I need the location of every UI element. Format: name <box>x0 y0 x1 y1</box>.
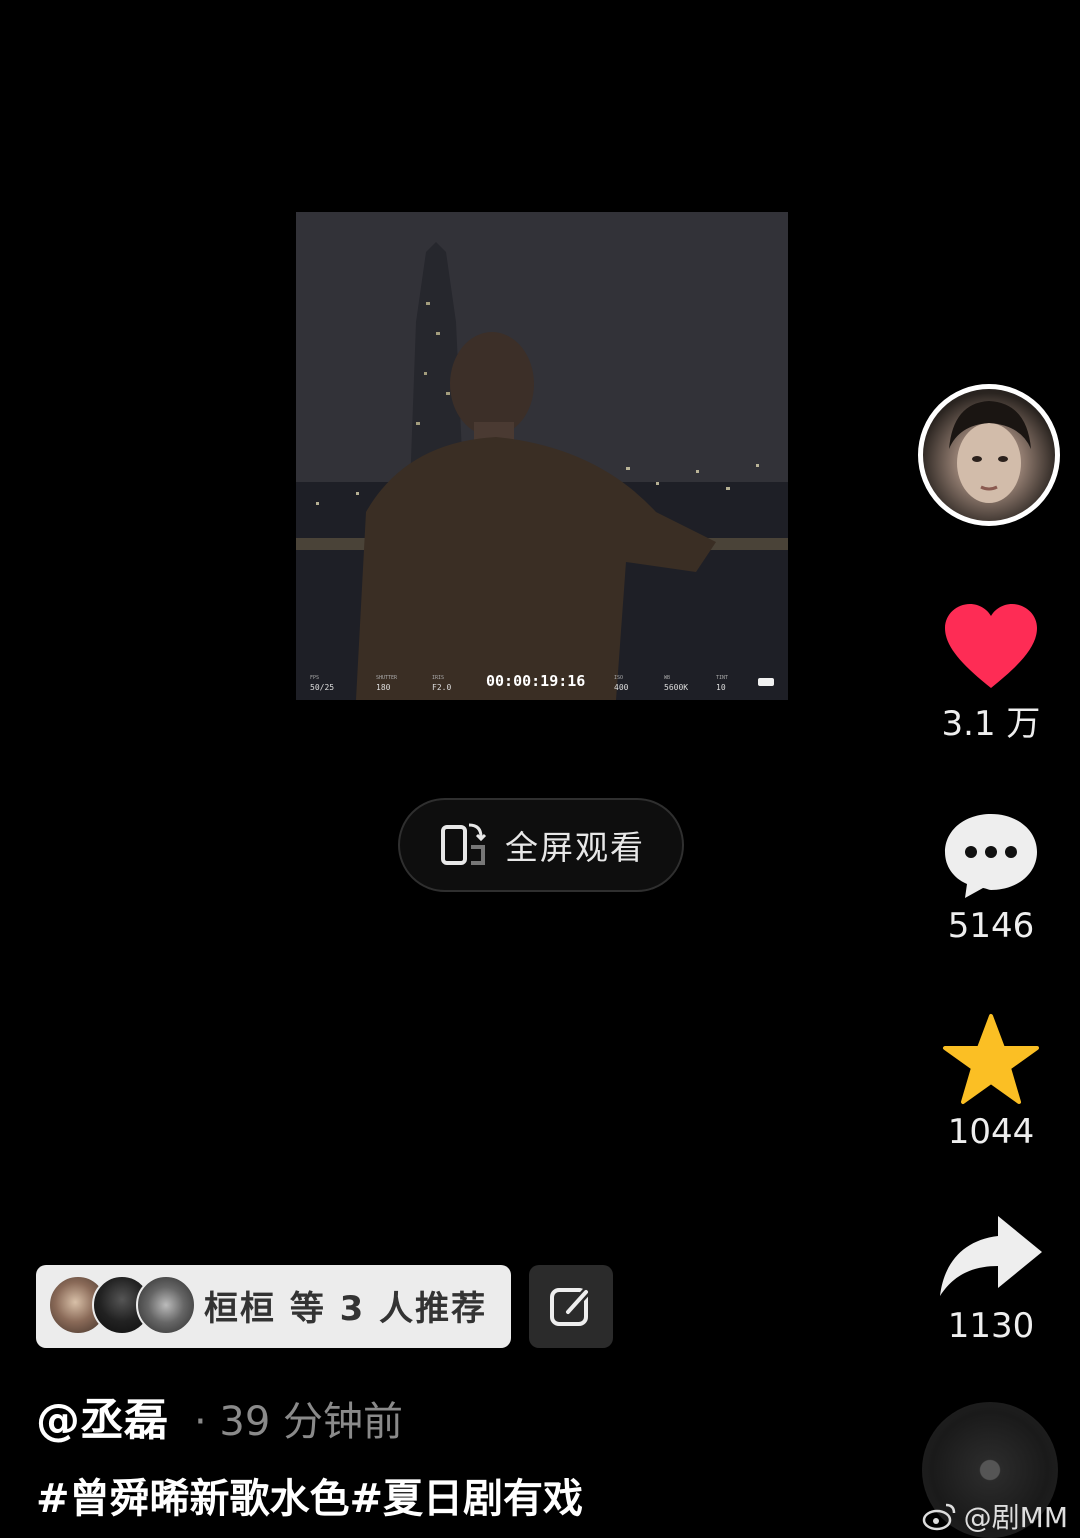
fps-label: FPS <box>310 675 320 681</box>
tint-label: TINT <box>716 675 729 681</box>
edit-button[interactable] <box>529 1265 613 1348</box>
timecode: 00:00:19:16 <box>486 672 586 690</box>
hashtags[interactable]: #曾舜晞新歌水色#夏日剧有戏 <box>36 1466 583 1524</box>
like-count: 3.1 万 <box>941 704 1041 744</box>
iris-label: IRIS <box>432 675 445 681</box>
edit-icon <box>550 1286 592 1326</box>
fps-value: 50/25 <box>310 683 335 692</box>
author-line: @丞磊 · 39 分钟前 <box>36 1384 403 1448</box>
avatar-face <box>949 401 1031 503</box>
fullscreen-button[interactable]: 全屏观看 <box>398 798 684 892</box>
recommend-bar[interactable]: 桓桓 等 3 人推荐 <box>36 1265 511 1348</box>
recommender-avatar <box>136 1275 196 1335</box>
recommend-text: 桓桓 等 3 人推荐 <box>204 1289 488 1329</box>
favorite-action[interactable]: 1044 <box>916 1012 1066 1152</box>
camera-hud: FPS 50/25 SHUTTER 180 IRIS F2.0 00:00:19:16… <box>296 666 788 692</box>
watermark: @剧MM <box>922 1496 1068 1536</box>
share-action[interactable]: 1130 <box>916 1212 1066 1346</box>
shutter-value: 180 <box>376 683 391 692</box>
like-action[interactable]: 3.1 万 <box>916 600 1066 745</box>
weibo-icon <box>922 1503 955 1531</box>
star-icon <box>943 1014 1039 1104</box>
comment-count: 5146 <box>947 906 1035 946</box>
wb-value: 5600K <box>664 683 689 692</box>
rotate-phone-icon <box>441 823 487 865</box>
iso-label: ISO <box>614 675 624 681</box>
iris-value: F2.0 <box>432 683 452 692</box>
wb-label: WB <box>664 675 671 681</box>
iso-value: 400 <box>614 683 629 692</box>
heart-icon <box>945 604 1037 688</box>
video-scene <box>296 212 788 700</box>
battery-icon <box>758 678 774 686</box>
shutter-label: SHUTTER <box>376 675 398 681</box>
post-time: · 39 分钟前 <box>194 1399 404 1445</box>
fullscreen-label: 全屏观看 <box>505 828 645 867</box>
tint-value: 10 <box>716 683 726 692</box>
creator-avatar[interactable] <box>918 384 1060 526</box>
comment-action[interactable]: 5146 <box>916 810 1066 946</box>
comment-bubble-icon <box>945 814 1037 898</box>
video-frame[interactable]: FPS 50/25 SHUTTER 180 IRIS F2.0 00:00:19:16… <box>296 212 788 700</box>
share-count: 1130 <box>947 1306 1035 1346</box>
author-name[interactable]: @丞磊 <box>36 1395 168 1446</box>
favorite-count: 1044 <box>947 1112 1035 1152</box>
watermark-text: @剧MM <box>963 1501 1068 1534</box>
recommender-avatars <box>48 1275 198 1337</box>
share-arrow-icon <box>940 1216 1042 1296</box>
